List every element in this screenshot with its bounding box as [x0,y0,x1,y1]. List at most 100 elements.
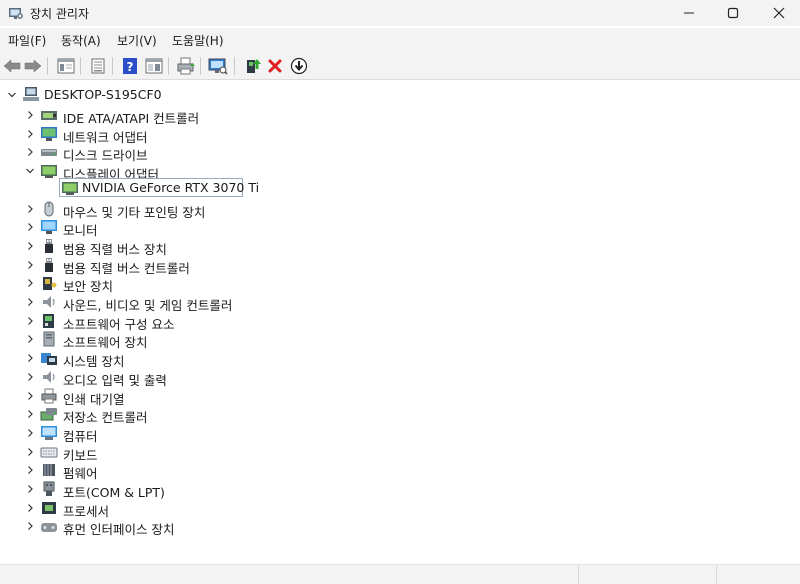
title-bar: 장치 관리자 [0,0,800,26]
usb-controller-icon [45,257,53,272]
menu-action[interactable]: 동작(A) [61,32,101,49]
view-button[interactable] [143,55,165,77]
tree-category-label[interactable]: 프로세서 [63,501,109,520]
chevron-right-icon [28,279,33,288]
tree-category-label[interactable]: IDE ATA/ATAPI 컨트롤러 [63,108,199,127]
expand-chevron[interactable] [24,446,36,458]
chevron-right-icon [28,447,33,456]
update-driver-icon [247,59,261,73]
help-icon: ? [123,58,137,74]
display-adapter-icon [41,165,57,179]
tree-category-label[interactable]: 범용 직렬 버스 장치 [63,239,167,258]
chevron-right-icon [28,354,33,363]
tree-category-label[interactable]: 시스템 장치 [63,351,124,370]
close-icon [773,7,785,19]
minimize-button[interactable] [666,0,712,26]
menu-view[interactable]: 보기(V) [117,32,157,49]
print-icon [177,57,195,75]
disable-button[interactable] [288,55,310,77]
expand-chevron[interactable] [24,520,36,532]
view-icon [145,58,163,74]
expand-chevron[interactable] [24,352,36,364]
expand-chevron[interactable] [24,371,36,383]
tree-category-label[interactable]: 소프트웨어 구성 요소 [63,314,174,333]
properties-button[interactable] [87,55,109,77]
forward-button[interactable] [22,55,44,77]
tree-category-label[interactable]: 보안 장치 [63,276,113,295]
chevron-right-icon [28,223,33,232]
device-tree[interactable]: DESKTOP-S195CF0 IDE ATA/ATAPI 컨트롤러 네트워크 어… [0,82,800,564]
chevron-right-icon [28,466,33,475]
tree-category-label[interactable]: 펌웨어 [63,463,98,482]
tree-category-label[interactable]: 디스크 드라이브 [63,145,147,164]
menu-file[interactable]: 파일(F) [8,32,46,49]
tree-category-label[interactable]: 네트워크 어댑터 [63,127,147,146]
expand-chevron[interactable] [24,146,36,158]
tree-category-label[interactable]: 범용 직렬 버스 컨트롤러 [63,258,190,277]
expand-chevron[interactable] [24,203,36,215]
tree-category-label[interactable]: 휴먼 인터페이스 장치 [63,519,174,538]
expand-chevron[interactable] [24,128,36,140]
chevron-right-icon [28,129,33,138]
expand-chevron[interactable] [24,464,36,476]
expand-chevron[interactable] [24,483,36,495]
security-device-icon [43,277,57,291]
show-hide-console-tree-button[interactable] [55,55,77,77]
expand-chevron[interactable] [24,408,36,420]
toolbar-separator [234,57,235,75]
print-button[interactable] [175,55,197,77]
chevron-right-icon [28,503,33,512]
chevron-right-icon [28,410,33,419]
monitor-icon [41,220,57,235]
computer-icon [41,425,57,440]
expand-chevron[interactable] [24,296,36,308]
software-component-icon [43,313,54,328]
expand-chevron[interactable] [24,259,36,271]
expand-chevron[interactable] [24,240,36,252]
tree-category-label[interactable]: 오디오 입력 및 출력 [63,370,167,389]
tree-category-label[interactable]: 인쇄 대기열 [63,389,124,408]
expand-chevron[interactable] [24,427,36,439]
tree-category-label[interactable]: 키보드 [63,445,98,464]
chevron-right-icon [28,204,33,213]
maximize-button[interactable] [710,0,756,26]
svg-text:?: ? [127,60,134,74]
menu-help[interactable]: 도움말(H) [172,32,224,49]
uninstall-button[interactable] [264,55,286,77]
computer-root-icon [23,87,39,101]
forward-icon [24,59,42,73]
root-collapse-chevron[interactable] [6,89,18,101]
expand-chevron[interactable] [24,109,36,121]
chevron-right-icon [28,428,33,437]
update-driver-button[interactable] [242,55,264,77]
port-icon [43,481,55,496]
back-icon [3,59,21,73]
window-title: 장치 관리자 [30,7,90,21]
back-button[interactable] [1,55,23,77]
tree-category-label[interactable]: 마우스 및 기타 포인팅 장치 [63,202,205,221]
gpu-device-label[interactable]: NVIDIA GeForce RTX 3070 Ti [82,180,259,195]
help-button[interactable]: ? [119,55,141,77]
chevron-right-icon [28,298,33,306]
expand-chevron[interactable] [24,502,36,514]
expand-chevron[interactable] [24,315,36,327]
expand-chevron[interactable] [24,277,36,289]
audio-io-icon [43,370,55,383]
tree-category-label[interactable]: 사운드, 비디오 및 게임 컨트롤러 [63,295,232,314]
close-button[interactable] [756,0,800,26]
tree-category-label[interactable]: 모니터 [63,220,98,239]
tree-root-label[interactable]: DESKTOP-S195CF0 [44,87,162,102]
status-pane [716,565,800,584]
expand-chevron[interactable] [24,390,36,402]
chevron-right-icon [28,260,33,269]
expand-chevron[interactable] [24,221,36,233]
chevron-down-icon [8,92,16,98]
collapse-chevron[interactable] [24,165,36,177]
expand-chevron[interactable] [24,333,36,345]
tree-category-label[interactable]: 저장소 컨트롤러 [63,407,147,426]
properties-panel-icon [57,58,75,74]
tree-category-label[interactable]: 포트(COM & LPT) [63,482,165,501]
tree-category-label[interactable]: 소프트웨어 장치 [63,332,147,351]
scan-hardware-button[interactable] [207,55,229,77]
tree-category-label[interactable]: 컴퓨터 [63,426,98,445]
